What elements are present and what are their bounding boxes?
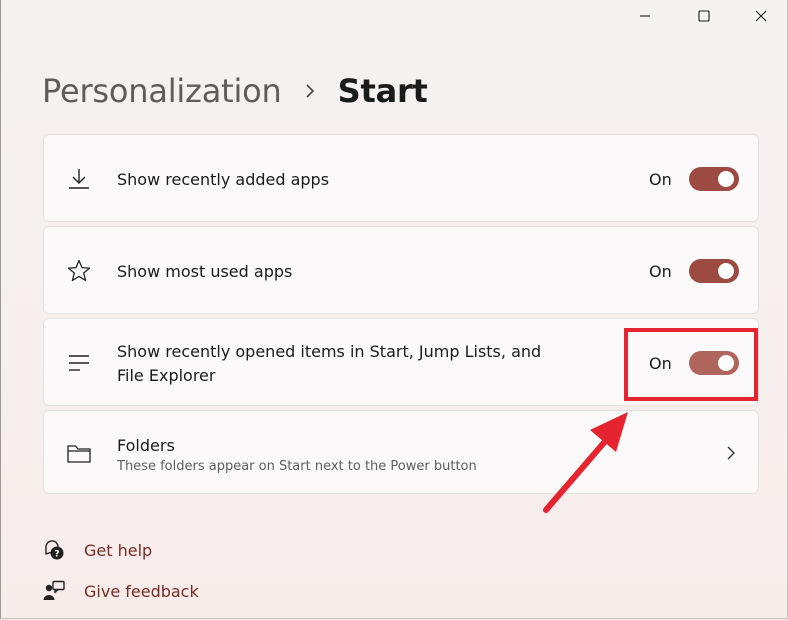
close-icon <box>755 10 767 22</box>
help-chat-icon: ? <box>42 538 66 562</box>
chevron-right-icon <box>304 83 316 99</box>
maximize-icon <box>698 10 710 22</box>
maximize-button[interactable] <box>681 0 727 32</box>
setting-label: Show most used apps <box>117 262 293 281</box>
toggle-knob <box>718 171 734 187</box>
recently-added-apps-toggle[interactable] <box>689 167 739 191</box>
folders-setting[interactable]: Folders These folders appear on Start ne… <box>43 410 759 494</box>
get-help-label: Get help <box>84 540 153 560</box>
folders-text: Folders These folders appear on Start ne… <box>117 434 477 476</box>
star-icon <box>65 257 93 285</box>
setting-most-used-apps[interactable]: Show most used apps On <box>43 226 759 314</box>
feedback-icon <box>42 579 66 603</box>
toggle-state-label: On <box>649 170 672 189</box>
close-button[interactable] <box>738 0 784 32</box>
setting-label: Show recently added apps <box>117 170 330 189</box>
folders-description: These folders appear on Start next to th… <box>117 459 477 474</box>
breadcrumb: Personalization Start <box>42 68 428 114</box>
toggle-state-label: On <box>649 262 672 281</box>
minimize-button[interactable] <box>622 0 668 32</box>
annotation-highlight-box <box>624 328 758 401</box>
annotation-arrow <box>530 400 640 524</box>
setting-label: Show recently opened items in Start, Jum… <box>117 340 541 388</box>
give-feedback-label: Give feedback <box>84 581 199 601</box>
give-feedback-link[interactable]: Give feedback <box>42 578 199 604</box>
get-help-link[interactable]: ? Get help <box>42 537 152 563</box>
breadcrumb-parent[interactable]: Personalization <box>42 72 282 110</box>
setting-label-line2: File Explorer <box>117 366 216 385</box>
svg-text:?: ? <box>54 550 59 560</box>
list-icon <box>65 349 93 377</box>
folder-icon <box>65 439 93 467</box>
most-used-apps-toggle[interactable] <box>689 259 739 283</box>
toggle-knob <box>718 263 734 279</box>
folders-title: Folders <box>117 436 175 455</box>
download-icon <box>65 165 93 193</box>
chevron-right-icon <box>726 445 736 465</box>
page-title: Start <box>337 72 428 110</box>
setting-label-line1: Show recently opened items in Start, Jum… <box>117 342 542 361</box>
setting-recently-added-apps[interactable]: Show recently added apps On <box>43 134 759 222</box>
minimize-icon <box>640 15 650 17</box>
